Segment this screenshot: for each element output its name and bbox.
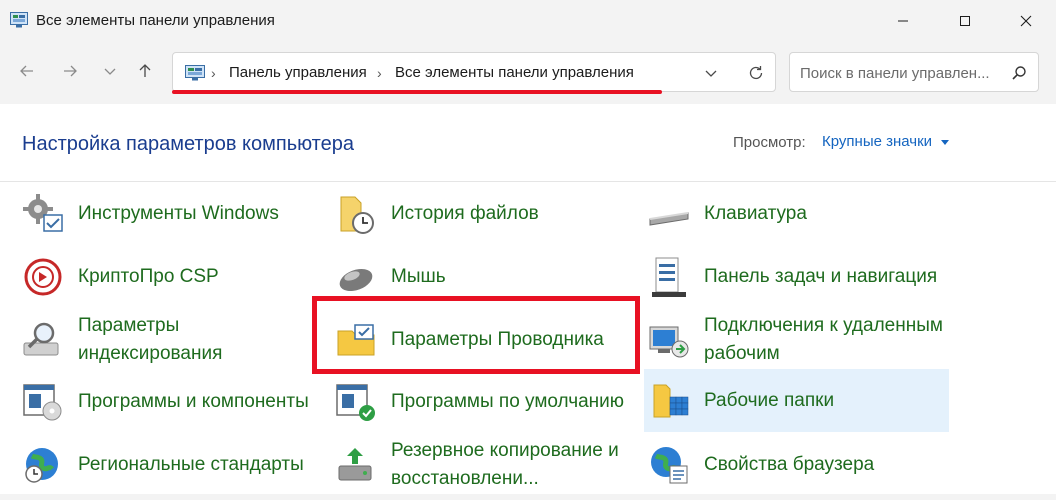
minimize-button[interactable] [880, 0, 926, 42]
item-remote-desktop[interactable]: Подключения к удаленным рабочим [648, 311, 948, 369]
keyboard-icon [649, 212, 689, 226]
minimize-icon [898, 20, 908, 22]
up-button[interactable] [130, 56, 160, 86]
arrow-left-icon [20, 65, 33, 77]
item-backup-restore[interactable]: Резервное копирование и восстановлени... [335, 436, 635, 494]
search-input[interactable] [800, 62, 1000, 84]
close-icon [1020, 15, 1032, 27]
arrow-right-icon [64, 65, 77, 77]
search-box[interactable] [789, 52, 1039, 92]
back-button[interactable] [12, 56, 42, 86]
maximize-button[interactable] [942, 0, 988, 42]
item-work-folders[interactable]: Рабочие папки [644, 369, 949, 432]
mouse-icon [339, 268, 373, 292]
chevron-down-icon [104, 68, 116, 75]
work-folders-icon [653, 384, 689, 418]
item-taskbar-navigation[interactable]: Панель задач и навигация [648, 248, 948, 306]
backup-icon [338, 448, 372, 481]
item-label: Клавиатура [704, 203, 807, 224]
view-mode-dropdown[interactable]: Крупные значки [822, 133, 932, 150]
item-label: Программы и компоненты [78, 391, 309, 412]
breadcrumb-control-panel[interactable]: Панель управления [229, 64, 367, 81]
item-label: Региональные стандарты [78, 454, 304, 475]
control-panel-icon [185, 65, 205, 81]
taskbar-icon [652, 257, 686, 297]
item-label: Свойства браузера [704, 454, 875, 475]
item-cryptopro[interactable]: КриптоПро CSP [22, 248, 312, 306]
window-title: Все элементы панели управления [36, 12, 275, 29]
annotation-underline [172, 90, 662, 94]
item-label: Инструменты Windows [78, 203, 279, 224]
maximize-icon [960, 16, 970, 26]
divider [0, 181, 1056, 182]
caret-down-icon[interactable] [941, 140, 949, 145]
item-label: Панель задач и навигация [704, 266, 938, 287]
cryptopro-icon [24, 258, 62, 296]
breadcrumb-separator: › [377, 65, 382, 81]
item-label: Подключения к удаленным рабочим [704, 315, 943, 364]
annotation-highlight-box [312, 296, 640, 374]
item-internet-options[interactable]: Свойства браузера [648, 436, 948, 494]
refresh-icon[interactable] [747, 64, 765, 82]
search-icon[interactable] [1010, 64, 1028, 82]
item-label: Резервное копирование и восстановлени... [391, 440, 619, 489]
file-history-icon [340, 196, 374, 234]
arrow-up-icon [139, 64, 151, 77]
breadcrumb-separator: › [211, 65, 216, 81]
item-label: История файлов [391, 203, 539, 224]
default-programs-icon [336, 384, 375, 421]
internet-options-icon [651, 447, 688, 484]
chevron-down-icon[interactable] [703, 65, 719, 81]
remote-desktop-icon [649, 326, 689, 358]
item-label: Рабочие папки [704, 389, 835, 411]
view-label: Просмотр: [733, 134, 806, 151]
item-indexing-options[interactable]: Параметры индексирования [22, 311, 312, 369]
tools-icon [23, 194, 63, 232]
item-programs-features[interactable]: Программы и компоненты [22, 373, 312, 431]
item-windows-tools[interactable]: Инструменты Windows [22, 185, 312, 243]
item-file-history[interactable]: История файлов [335, 185, 635, 243]
forward-button[interactable] [55, 56, 85, 86]
programs-icon [23, 384, 62, 421]
item-regional-settings[interactable]: Региональные стандарты [22, 436, 312, 494]
recent-locations-button[interactable] [95, 56, 125, 86]
close-button[interactable] [1003, 0, 1049, 42]
item-label: Программы по умолчанию [391, 391, 625, 412]
item-default-programs[interactable]: Программы по умолчанию [335, 373, 635, 431]
item-keyboard[interactable]: Клавиатура [648, 185, 948, 243]
address-bar[interactable]: › Панель управления › Все элементы панел… [172, 52, 776, 92]
region-icon [25, 448, 58, 483]
title-bar: Все элементы панели управления [0, 0, 1056, 42]
page-title: Настройка параметров компьютера [22, 133, 354, 155]
indexing-icon [23, 322, 59, 356]
control-panel-icon [10, 12, 28, 28]
bottom-edge [0, 494, 1056, 500]
breadcrumb-all-items[interactable]: Все элементы панели управления [395, 64, 634, 81]
item-label: Параметры индексирования [78, 315, 223, 364]
navigation-bar: › Панель управления › Все элементы панел… [0, 42, 1056, 104]
item-label: КриптоПро CSP [78, 266, 219, 287]
